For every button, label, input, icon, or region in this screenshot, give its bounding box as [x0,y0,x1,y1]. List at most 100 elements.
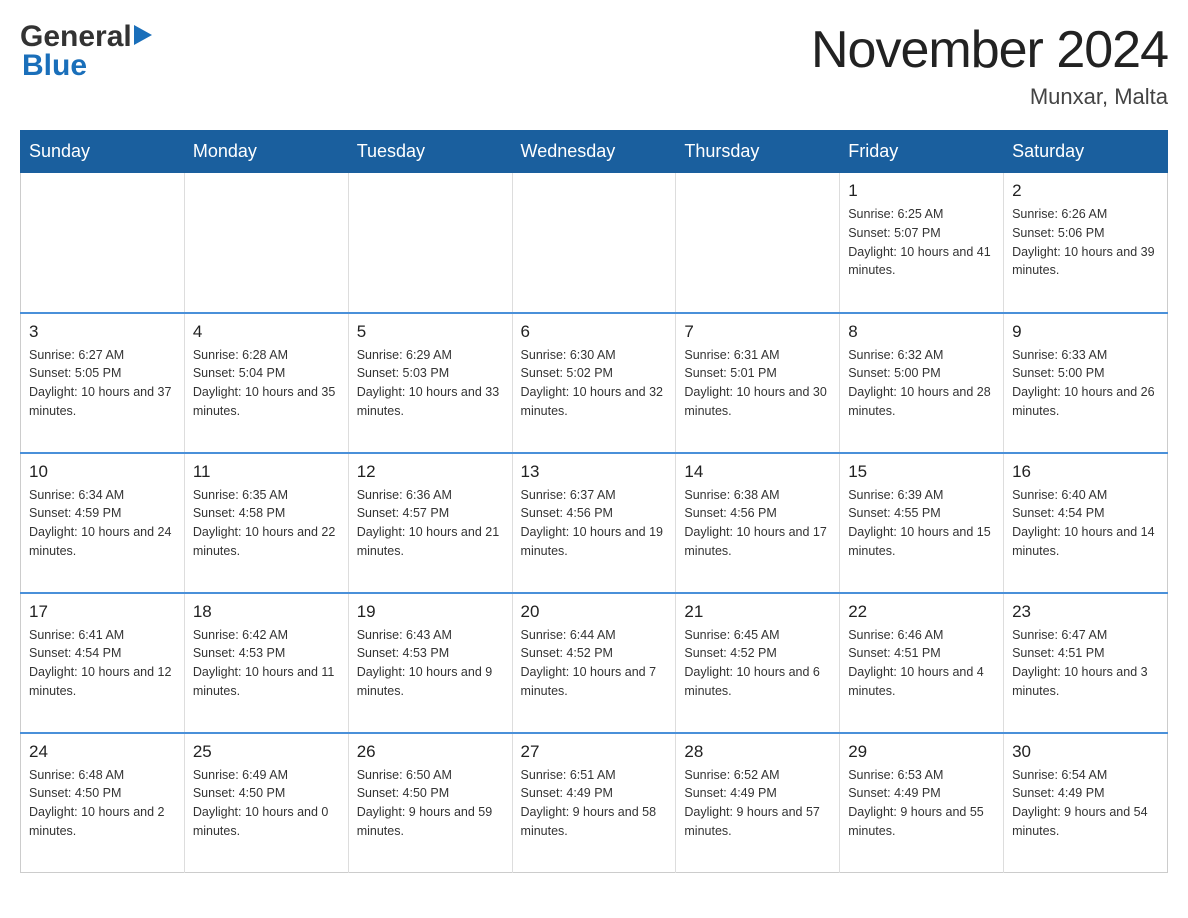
table-row: 2 Sunrise: 6:26 AM Sunset: 5:06 PM Daylig… [1004,173,1168,313]
calendar-week-row: 10 Sunrise: 6:34 AM Sunset: 4:59 PM Dayli… [21,453,1168,593]
day-number: 16 [1012,462,1159,482]
day-info: Sunrise: 6:51 AM Sunset: 4:49 PM Dayligh… [521,766,668,841]
calendar-week-row: 1 Sunrise: 6:25 AM Sunset: 5:07 PM Daylig… [21,173,1168,313]
day-number: 29 [848,742,995,762]
table-row [676,173,840,313]
table-row: 5 Sunrise: 6:29 AM Sunset: 5:03 PM Daylig… [348,313,512,453]
table-row: 29 Sunrise: 6:53 AM Sunset: 4:49 PM Dayli… [840,733,1004,873]
day-number: 10 [29,462,176,482]
day-number: 11 [193,462,340,482]
logo-blue-text: Blue [20,49,87,83]
table-row: 4Sunrise: 6:28 AM Sunset: 5:04 PM Daylig… [184,313,348,453]
day-number: 21 [684,602,831,622]
day-info: Sunrise: 6:25 AM Sunset: 5:07 PM Dayligh… [848,205,995,280]
day-info: Sunrise: 6:52 AM Sunset: 4:49 PM Dayligh… [684,766,831,841]
table-row [348,173,512,313]
day-info: Sunrise: 6:29 AM Sunset: 5:03 PM Dayligh… [357,346,504,421]
day-number: 14 [684,462,831,482]
day-info: Sunrise: 6:50 AM Sunset: 4:50 PM Dayligh… [357,766,504,841]
table-row: 1 Sunrise: 6:25 AM Sunset: 5:07 PM Daylig… [840,173,1004,313]
day-number: 24 [29,742,176,762]
day-info: Sunrise: 6:36 AM Sunset: 4:57 PM Dayligh… [357,486,504,561]
day-number: 3 [29,322,176,342]
calendar-header-row: Sunday Monday Tuesday Wednesday Thursday… [21,131,1168,173]
table-row: 17 Sunrise: 6:41 AM Sunset: 4:54 PM Dayli… [21,593,185,733]
day-number: 19 [357,602,504,622]
day-info: Sunrise: 6:48 AM Sunset: 4:50 PM Dayligh… [29,766,176,841]
table-row [512,173,676,313]
table-row: 27 Sunrise: 6:51 AM Sunset: 4:49 PM Dayli… [512,733,676,873]
day-number: 1 [848,181,995,201]
day-number: 9 [1012,322,1159,342]
col-friday: Friday [840,131,1004,173]
day-number: 20 [521,602,668,622]
day-info: Sunrise: 6:54 AM Sunset: 4:49 PM Dayligh… [1012,766,1159,841]
day-number: 6 [521,322,668,342]
table-row: 20 Sunrise: 6:44 AM Sunset: 4:52 PM Dayli… [512,593,676,733]
day-info: Sunrise: 6:44 AM Sunset: 4:52 PM Dayligh… [521,626,668,701]
col-saturday: Saturday [1004,131,1168,173]
table-row: 12Sunrise: 6:36 AM Sunset: 4:57 PM Dayli… [348,453,512,593]
calendar-week-row: 3 Sunrise: 6:27 AM Sunset: 5:05 PM Daylig… [21,313,1168,453]
table-row: 21 Sunrise: 6:45 AM Sunset: 4:52 PM Dayli… [676,593,840,733]
day-number: 30 [1012,742,1159,762]
day-number: 27 [521,742,668,762]
table-row: 19 Sunrise: 6:43 AM Sunset: 4:53 PM Dayli… [348,593,512,733]
day-info: Sunrise: 6:34 AM Sunset: 4:59 PM Dayligh… [29,486,176,561]
day-number: 25 [193,742,340,762]
day-info: Sunrise: 6:41 AM Sunset: 4:54 PM Dayligh… [29,626,176,701]
logo-arrow-icon [134,25,152,50]
table-row: 18 Sunrise: 6:42 AM Sunset: 4:53 PM Dayli… [184,593,348,733]
day-number: 4 [193,322,340,342]
page-header: General Blue November 2024 Munxar, Malta [20,20,1168,110]
day-info: Sunrise: 6:27 AM Sunset: 5:05 PM Dayligh… [29,346,176,421]
calendar-subtitle: Munxar, Malta [811,84,1168,110]
title-section: November 2024 Munxar, Malta [811,20,1168,110]
day-info: Sunrise: 6:53 AM Sunset: 4:49 PM Dayligh… [848,766,995,841]
day-info: Sunrise: 6:37 AM Sunset: 4:56 PM Dayligh… [521,486,668,561]
day-number: 28 [684,742,831,762]
table-row: 3 Sunrise: 6:27 AM Sunset: 5:05 PM Daylig… [21,313,185,453]
day-number: 18 [193,602,340,622]
day-info: Sunrise: 6:39 AM Sunset: 4:55 PM Dayligh… [848,486,995,561]
table-row: 13 Sunrise: 6:37 AM Sunset: 4:56 PM Dayli… [512,453,676,593]
logo: General Blue [20,20,152,83]
table-row: 7 Sunrise: 6:31 AM Sunset: 5:01 PM Daylig… [676,313,840,453]
table-row: 6Sunrise: 6:30 AM Sunset: 5:02 PM Daylig… [512,313,676,453]
day-number: 23 [1012,602,1159,622]
table-row: 25 Sunrise: 6:49 AM Sunset: 4:50 PM Dayli… [184,733,348,873]
table-row: 26Sunrise: 6:50 AM Sunset: 4:50 PM Dayli… [348,733,512,873]
calendar-table: Sunday Monday Tuesday Wednesday Thursday… [20,130,1168,873]
day-number: 7 [684,322,831,342]
table-row: 9Sunrise: 6:33 AM Sunset: 5:00 PM Daylig… [1004,313,1168,453]
day-info: Sunrise: 6:42 AM Sunset: 4:53 PM Dayligh… [193,626,340,701]
table-row [21,173,185,313]
col-tuesday: Tuesday [348,131,512,173]
calendar-week-row: 24 Sunrise: 6:48 AM Sunset: 4:50 PM Dayli… [21,733,1168,873]
col-monday: Monday [184,131,348,173]
calendar-week-row: 17 Sunrise: 6:41 AM Sunset: 4:54 PM Dayli… [21,593,1168,733]
table-row: 24 Sunrise: 6:48 AM Sunset: 4:50 PM Dayli… [21,733,185,873]
day-number: 2 [1012,181,1159,201]
day-number: 13 [521,462,668,482]
day-info: Sunrise: 6:35 AM Sunset: 4:58 PM Dayligh… [193,486,340,561]
day-info: Sunrise: 6:26 AM Sunset: 5:06 PM Dayligh… [1012,205,1159,280]
day-info: Sunrise: 6:31 AM Sunset: 5:01 PM Dayligh… [684,346,831,421]
table-row: 10 Sunrise: 6:34 AM Sunset: 4:59 PM Dayli… [21,453,185,593]
day-info: Sunrise: 6:38 AM Sunset: 4:56 PM Dayligh… [684,486,831,561]
day-number: 8 [848,322,995,342]
table-row [184,173,348,313]
table-row: 16Sunrise: 6:40 AM Sunset: 4:54 PM Dayli… [1004,453,1168,593]
day-info: Sunrise: 6:49 AM Sunset: 4:50 PM Dayligh… [193,766,340,841]
day-number: 15 [848,462,995,482]
col-thursday: Thursday [676,131,840,173]
table-row: 15 Sunrise: 6:39 AM Sunset: 4:55 PM Dayli… [840,453,1004,593]
day-info: Sunrise: 6:32 AM Sunset: 5:00 PM Dayligh… [848,346,995,421]
day-number: 17 [29,602,176,622]
table-row: 11 Sunrise: 6:35 AM Sunset: 4:58 PM Dayli… [184,453,348,593]
day-number: 22 [848,602,995,622]
day-number: 5 [357,322,504,342]
day-info: Sunrise: 6:45 AM Sunset: 4:52 PM Dayligh… [684,626,831,701]
day-info: Sunrise: 6:43 AM Sunset: 4:53 PM Dayligh… [357,626,504,701]
table-row: 28 Sunrise: 6:52 AM Sunset: 4:49 PM Dayli… [676,733,840,873]
